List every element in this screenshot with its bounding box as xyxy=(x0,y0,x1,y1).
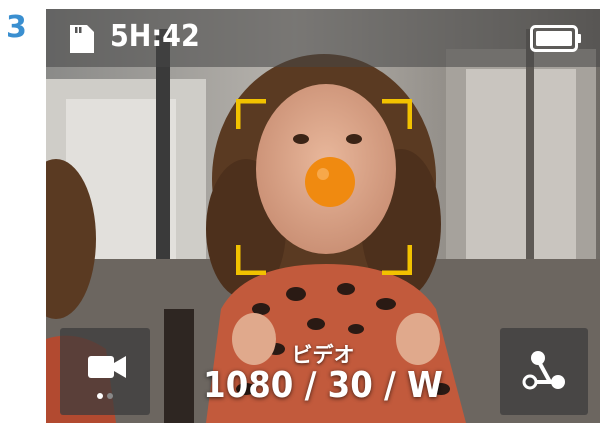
connect-share-icon xyxy=(522,351,565,390)
step-number: 3 xyxy=(6,10,27,45)
connect-share-button[interactable] xyxy=(500,328,588,415)
remaining-recording-time: 5H:42 xyxy=(110,19,200,54)
sd-card-icon xyxy=(70,25,94,53)
battery-full-icon xyxy=(530,25,581,52)
focus-brackets-icon xyxy=(236,99,412,275)
camera-screen: 5H:42 ビデオ 1080 / 30 / W xyxy=(46,9,600,423)
status-bar: 5H:42 xyxy=(46,9,600,67)
